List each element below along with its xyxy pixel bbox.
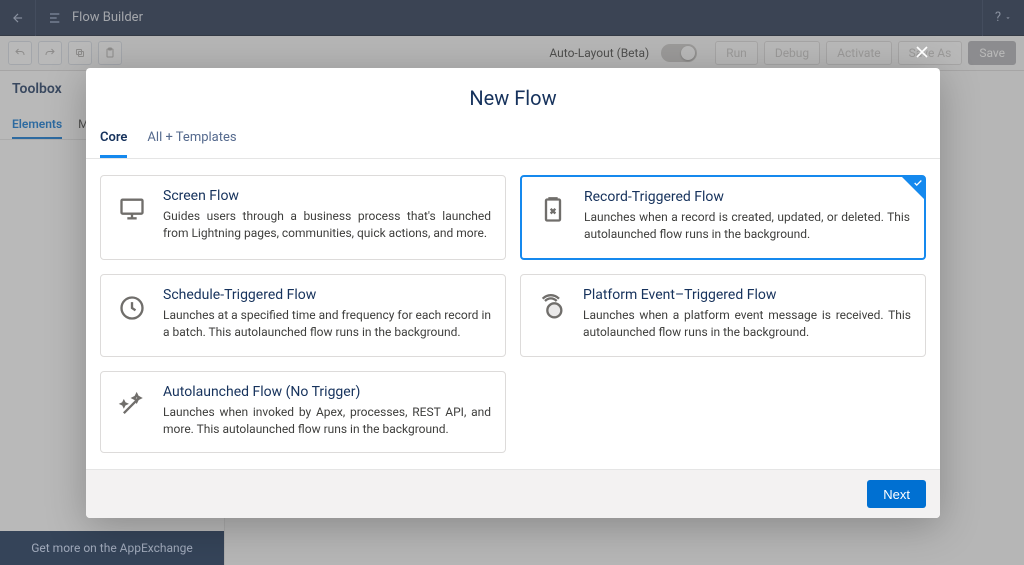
flow-option-autolaunched[interactable]: Autolaunched Flow (No Trigger) Launches … [100, 371, 506, 454]
flow-option-screen[interactable]: Screen Flow Guides users through a busin… [100, 175, 506, 260]
modal-close-button[interactable] [908, 38, 936, 66]
flow-option-platform-event[interactable]: Platform Event–Triggered Flow Launches w… [520, 274, 926, 357]
modal-tab-core[interactable]: Core [100, 122, 127, 158]
screen-flow-icon [115, 192, 149, 226]
flow-option-desc: Launches at a specified time and frequen… [163, 307, 491, 342]
flow-option-title: Platform Event–Triggered Flow [583, 287, 911, 303]
flow-option-title: Schedule-Triggered Flow [163, 287, 491, 303]
magic-wand-icon [115, 388, 149, 422]
check-icon [913, 178, 923, 188]
flow-option-title: Screen Flow [163, 188, 491, 204]
flow-option-desc: Launches when a platform event message i… [583, 307, 911, 342]
flow-option-desc: Launches when invoked by Apex, processes… [163, 404, 491, 439]
flow-option-schedule-triggered[interactable]: Schedule-Triggered Flow Launches at a sp… [100, 274, 506, 357]
new-flow-modal: New Flow Core All + Templates Screen Flo… [86, 68, 940, 518]
flow-option-record-triggered[interactable]: Record-Triggered Flow Launches when a re… [520, 175, 926, 260]
flow-option-title: Record-Triggered Flow [584, 189, 910, 205]
modal-tabs: Core All + Templates [86, 116, 940, 159]
modal-tab-all-templates[interactable]: All + Templates [147, 122, 236, 158]
platform-event-icon [535, 291, 569, 325]
record-triggered-icon [536, 193, 570, 227]
next-button[interactable]: Next [867, 480, 926, 508]
flow-option-title: Autolaunched Flow (No Trigger) [163, 384, 491, 400]
close-icon [912, 42, 932, 62]
flow-option-desc: Guides users through a business process … [163, 208, 491, 243]
clock-icon [115, 291, 149, 325]
modal-title: New Flow [86, 86, 940, 110]
flow-option-desc: Launches when a record is created, updat… [584, 209, 910, 244]
